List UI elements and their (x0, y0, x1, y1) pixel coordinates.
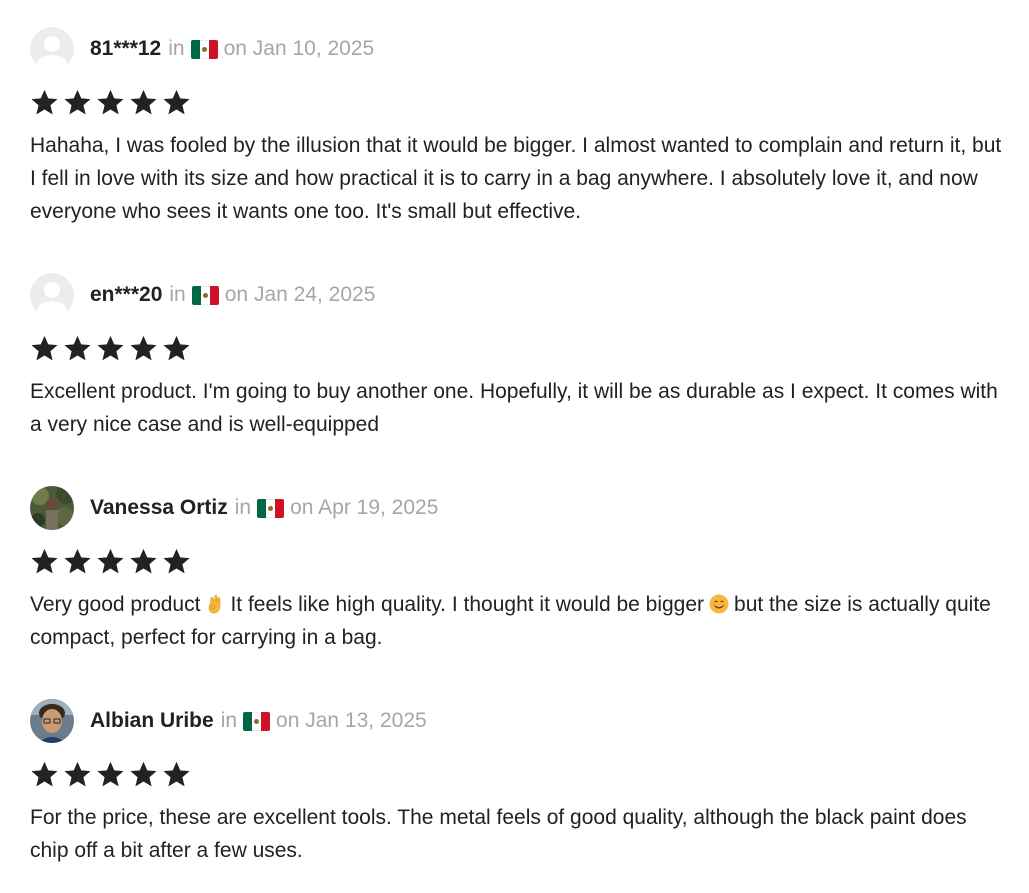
review-text: Excellent product. I'm going to buy anot… (30, 380, 998, 436)
in-label: in (169, 283, 186, 306)
review-text: For the price, these are excellent tools… (30, 806, 967, 862)
star-icon (129, 547, 158, 576)
review-meta: 81***12 in on Jan 10, 2025 (90, 37, 374, 61)
star-icon (129, 88, 158, 117)
default-avatar-icon (30, 273, 74, 317)
default-avatar-icon (30, 27, 74, 71)
star-icon (63, 547, 92, 576)
star-icon (96, 88, 125, 117)
star-icon (96, 334, 125, 363)
review-author: en***20 (90, 283, 163, 306)
user-photo-avatar (30, 486, 74, 530)
star-icon (162, 334, 191, 363)
star-icon (30, 760, 59, 789)
review-text: Very good product It feels like high qual… (30, 588, 1005, 654)
star-rating (30, 87, 1005, 117)
review-header: 81***12 in on Jan 10, 2025 (30, 25, 1005, 73)
in-label: in (234, 496, 252, 519)
star-icon (30, 547, 59, 576)
star-icon (30, 334, 59, 363)
review-text: Hahaha, I was fooled by the illusion tha… (30, 134, 1002, 223)
mexico-flag-icon (190, 39, 218, 59)
review-item: en***20 in on Jan 24, 2025 Excellent pro… (30, 271, 1005, 484)
review-text-part: Very good product (30, 593, 201, 616)
star-rating (30, 546, 1005, 576)
review-item: 81***12 in on Jan 10, 2025 Hahaha, I was… (30, 25, 1005, 271)
review-author: Vanessa Ortiz (90, 496, 228, 519)
review-date: on Apr 19, 2025 (290, 496, 439, 519)
star-icon (162, 547, 191, 576)
star-rating (30, 759, 1005, 789)
star-icon (129, 760, 158, 789)
star-rating (30, 333, 1005, 363)
ok-hand-emoji-icon (205, 594, 225, 614)
review-item: Vanessa Ortiz in on Apr 19, 2025 Very go… (30, 484, 1005, 697)
review-date: on Jan 13, 2025 (276, 709, 427, 732)
star-icon (30, 88, 59, 117)
star-icon (63, 88, 92, 117)
mexico-flag-icon (191, 285, 219, 305)
reviews-list: 81***12 in on Jan 10, 2025 Hahaha, I was… (30, 25, 1005, 877)
star-icon (96, 760, 125, 789)
user-photo-avatar (30, 699, 74, 743)
in-label: in (220, 709, 238, 732)
star-icon (96, 547, 125, 576)
review-header: en***20 in on Jan 24, 2025 (30, 271, 1005, 319)
review-text-part: It feels like high quality. I thought it… (230, 593, 705, 616)
star-icon (63, 334, 92, 363)
review-meta: Albian Uribe in on Jan 13, 2025 (90, 709, 427, 733)
review-header: Vanessa Ortiz in on Apr 19, 2025 (30, 484, 1005, 532)
review-author: 81***12 (90, 37, 162, 60)
review-meta: Vanessa Ortiz in on Apr 19, 2025 (90, 496, 438, 520)
star-icon (63, 760, 92, 789)
smiling-face-emoji-icon (709, 594, 729, 614)
review-item: Albian Uribe in on Jan 13, 2025 For the … (30, 697, 1005, 877)
star-icon (162, 88, 191, 117)
review-date: on Jan 10, 2025 (223, 37, 375, 60)
review-meta: en***20 in on Jan 24, 2025 (90, 283, 375, 307)
review-author: Albian Uribe (90, 709, 214, 732)
in-label: in (168, 37, 185, 60)
mexico-flag-icon (257, 498, 285, 518)
mexico-flag-icon (243, 711, 271, 731)
review-header: Albian Uribe in on Jan 13, 2025 (30, 697, 1005, 745)
star-icon (162, 760, 191, 789)
star-icon (129, 334, 158, 363)
review-date: on Jan 24, 2025 (224, 283, 376, 306)
